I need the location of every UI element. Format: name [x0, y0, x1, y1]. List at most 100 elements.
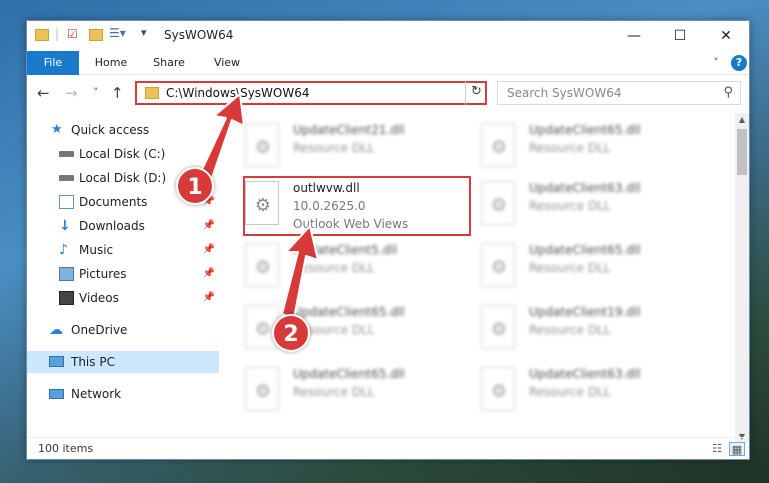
expand-ribbon-icon[interactable]: ˅ — [707, 54, 725, 72]
folder-icon — [35, 29, 49, 41]
file-type: Resource DLL — [529, 261, 611, 275]
scrollbar-thumb[interactable] — [737, 129, 747, 175]
sidebar-item-label: Network — [71, 387, 122, 401]
step-2-badge: 2 — [272, 314, 310, 352]
sidebar-item-label: Videos — [79, 291, 119, 305]
file-type: Resource DLL — [293, 385, 375, 399]
network-icon — [49, 389, 64, 399]
dll-file-icon: ⚙ — [481, 123, 515, 167]
file-name: UpdateClient65.dll — [529, 243, 641, 257]
sidebar-item-label: OneDrive — [71, 323, 128, 337]
vertical-scrollbar[interactable]: ▲ ▼ — [735, 113, 749, 443]
star-icon: ★ — [51, 122, 63, 137]
search-box[interactable]: Search SysWOW64 ⚲ — [497, 81, 741, 105]
search-input[interactable]: Search SysWOW64 — [507, 86, 621, 100]
sidebar-item-quick-access[interactable]: ★ Quick access — [27, 119, 219, 141]
file-name: UpdateClient21.dll — [293, 123, 405, 137]
file-tile[interactable]: ⚙ UpdateClient63.dll Resource DLL — [459, 361, 689, 417]
download-icon: ↓ — [59, 218, 71, 234]
back-button[interactable]: ← — [37, 84, 50, 102]
navigation-bar: ← → ˅ ↑ C:\Windows\SysWOW64 ˅ ↻ Search S… — [27, 75, 749, 111]
drive-icon — [59, 175, 74, 181]
pin-icon[interactable]: 📌 — [203, 215, 215, 237]
file-name: UpdateClient5.dll — [293, 243, 397, 257]
address-path[interactable]: C:\Windows\SysWOW64 — [166, 86, 310, 100]
search-icon[interactable]: ⚲ — [723, 85, 733, 100]
file-tile[interactable]: ⚙ UpdateClient5.dll Resource DLL — [223, 237, 453, 293]
file-tile[interactable]: ⚙ UpdateClient21.dll Resource DLL — [223, 117, 453, 173]
file-tile[interactable]: ⚙ UpdateClient65.dll Resource DLL — [459, 237, 689, 293]
sidebar-item-label: Music — [79, 243, 114, 257]
gear-icon: ⚙ — [254, 257, 272, 278]
sidebar-item-pictures[interactable]: Pictures 📌 — [27, 263, 219, 285]
properties-icon[interactable]: ☑ — [67, 27, 78, 41]
customize-icon[interactable]: ☰▾ — [109, 26, 126, 40]
file-tile[interactable]: ⚙ UpdateClient19.dll Resource DLL — [459, 299, 689, 355]
file-tile[interactable]: ⚙ UpdateClient65.dll Resource DLL — [223, 299, 453, 355]
gear-icon: ⚙ — [254, 319, 272, 340]
dll-file-icon: ⚙ — [245, 243, 279, 287]
status-bar: 100 items ☷ ▦ — [27, 437, 749, 459]
sidebar-item-label: Pictures — [79, 267, 127, 281]
folder-icon — [145, 87, 159, 99]
dll-file-icon: ⚙ — [245, 123, 279, 167]
up-button[interactable]: ↑ — [111, 84, 124, 102]
sidebar-item-label: Quick access — [71, 123, 150, 137]
sidebar-item-network[interactable]: Network — [27, 383, 219, 405]
address-bar[interactable]: C:\Windows\SysWOW64 ˅ — [135, 81, 487, 105]
help-icon[interactable]: ? — [731, 55, 747, 71]
file-type: Resource DLL — [293, 261, 375, 275]
tab-share[interactable]: Share — [145, 51, 193, 75]
videos-icon — [59, 291, 74, 305]
sidebar-item-downloads[interactable]: ↓ Downloads 📌 — [27, 215, 219, 237]
sidebar-item-label: Local Disk (C:) — [79, 147, 166, 161]
new-folder-icon[interactable] — [89, 29, 103, 41]
refresh-button[interactable]: ↻ — [465, 81, 487, 105]
window-title: SysWOW64 — [164, 28, 234, 42]
close-button[interactable]: ✕ — [703, 21, 749, 51]
computer-icon — [49, 356, 64, 367]
step-1-badge: 1 — [176, 167, 214, 205]
item-count: 100 items — [38, 442, 94, 455]
tab-home[interactable]: Home — [87, 51, 135, 75]
file-type: Resource DLL — [529, 385, 611, 399]
sidebar-item-local-disk-c[interactable]: Local Disk (C:) — [27, 143, 219, 165]
sidebar-item-onedrive[interactable]: ☁ OneDrive — [27, 319, 219, 341]
file-name: UpdateClient63.dll — [529, 181, 641, 195]
sidebar-item-label: Documents — [79, 195, 148, 209]
maximize-button[interactable]: ☐ — [657, 21, 703, 51]
music-icon: ♪ — [59, 242, 68, 258]
gear-icon: ⚙ — [490, 137, 508, 158]
gear-icon: ⚙ — [254, 137, 272, 158]
forward-button[interactable]: → — [65, 84, 78, 102]
pin-icon[interactable]: 📌 — [203, 287, 215, 309]
file-name: UpdateClient63.dll — [529, 367, 641, 381]
qa-dropdown-icon[interactable]: ▾ — [141, 26, 147, 39]
file-highlight-box — [243, 176, 471, 236]
sidebar-item-label: Downloads — [79, 219, 145, 233]
pin-icon[interactable]: 📌 — [203, 263, 215, 285]
minimize-button[interactable]: — — [611, 21, 657, 51]
sidebar-item-videos[interactable]: Videos 📌 — [27, 287, 219, 309]
dll-file-icon: ⚙ — [481, 367, 515, 411]
recent-locations-button[interactable]: ˅ — [93, 86, 99, 99]
pin-icon[interactable]: 📌 — [203, 239, 215, 261]
pictures-icon — [59, 267, 74, 281]
separator: | — [55, 27, 60, 41]
scroll-up-icon[interactable]: ▲ — [735, 115, 749, 124]
details-view-icon[interactable]: ☷ — [709, 442, 725, 456]
tab-file[interactable]: File — [27, 51, 79, 75]
gear-icon: ⚙ — [490, 381, 508, 402]
sidebar-item-this-pc[interactable]: This PC — [27, 351, 219, 373]
file-tile[interactable]: ⚙ UpdateClient65.dll Resource DLL — [223, 361, 453, 417]
title-bar: | ☑ ☰▾ ▾ SysWOW64 — ☐ ✕ — [27, 21, 749, 51]
sidebar-item-music[interactable]: ♪ Music 📌 — [27, 239, 219, 261]
large-icons-view-icon[interactable]: ▦ — [729, 442, 745, 456]
tab-view[interactable]: View — [203, 51, 251, 75]
file-type: Resource DLL — [529, 323, 611, 337]
file-tile[interactable]: ⚙ UpdateClient63.dll Resource DLL — [459, 175, 689, 231]
sidebar-item-label: Local Disk (D:) — [79, 171, 167, 185]
file-tile[interactable]: ⚙ UpdateClient65.dll Resource DLL — [459, 117, 689, 173]
file-list: ⚙ UpdateClient21.dll Resource DLL ⚙ Upda… — [223, 113, 737, 433]
file-type: Resource DLL — [293, 141, 375, 155]
